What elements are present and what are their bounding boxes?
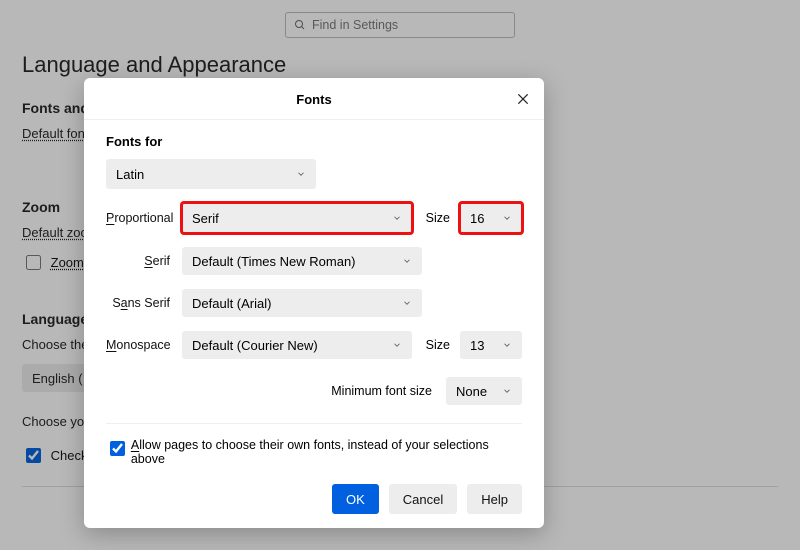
chevron-down-icon — [502, 213, 512, 223]
allow-pages-checkbox[interactable] — [110, 441, 125, 456]
sans-value: Default (Arial) — [192, 296, 271, 311]
sans-serif-select[interactable]: Default (Arial) — [182, 289, 422, 317]
min-size-value: None — [456, 384, 487, 399]
help-button[interactable]: Help — [467, 484, 522, 514]
serif-select[interactable]: Default (Times New Roman) — [182, 247, 422, 275]
script-select[interactable]: Latin — [106, 159, 316, 189]
ok-button[interactable]: OK — [332, 484, 379, 514]
chevron-down-icon — [402, 256, 412, 266]
chevron-down-icon — [392, 213, 402, 223]
cancel-button[interactable]: Cancel — [389, 484, 457, 514]
proportional-size-select[interactable]: 16 — [460, 203, 522, 233]
chevron-down-icon — [392, 340, 402, 350]
allow-pages-label: Allow pages to choose their own fonts, i… — [131, 438, 522, 466]
close-icon — [516, 92, 530, 106]
proportional-value: Serif — [192, 211, 219, 226]
mono-size-value: 13 — [470, 338, 484, 353]
fonts-for-label: Fonts for — [106, 134, 522, 149]
serif-label: Serif — [106, 254, 182, 268]
dialog-divider — [106, 423, 522, 424]
chevron-down-icon — [502, 340, 512, 350]
proportional-size-label: Size — [426, 211, 450, 225]
monospace-size-select[interactable]: 13 — [460, 331, 522, 359]
sans-serif-label: Sans Serif — [106, 296, 182, 310]
chevron-down-icon — [502, 386, 512, 396]
proportional-size-value: 16 — [470, 211, 484, 226]
min-font-size-label: Minimum font size — [331, 384, 432, 398]
script-value: Latin — [116, 167, 144, 182]
serif-value: Default (Times New Roman) — [192, 254, 356, 269]
min-font-size-select[interactable]: None — [446, 377, 522, 405]
dialog-title: Fonts — [296, 92, 331, 107]
chevron-down-icon — [296, 169, 306, 179]
proportional-select[interactable]: Serif — [182, 203, 412, 233]
dialog-close-button[interactable] — [512, 88, 534, 110]
monospace-select[interactable]: Default (Courier New) — [182, 331, 412, 359]
mono-value: Default (Courier New) — [192, 338, 318, 353]
fonts-dialog: Fonts Fonts for Latin Proportional Serif… — [84, 78, 544, 528]
chevron-down-icon — [402, 298, 412, 308]
monospace-label: Monospace — [106, 338, 182, 352]
monospace-size-label: Size — [426, 338, 450, 352]
proportional-label: Proportional — [106, 211, 182, 225]
